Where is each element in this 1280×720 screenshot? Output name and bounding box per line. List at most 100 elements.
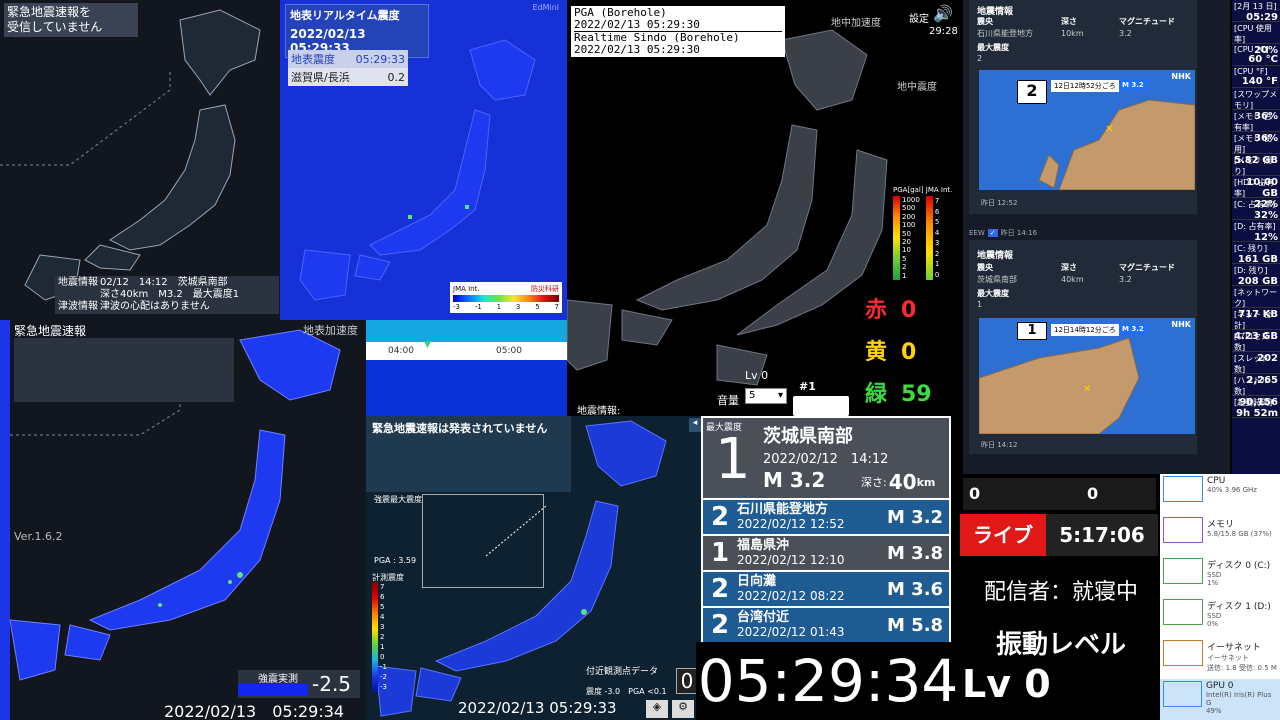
quake-row[interactable]: 2 日向灘 2022/02/12 08:22 M 3.6 bbox=[703, 572, 949, 606]
task-item[interactable]: ディスク 1 (D:) SSD 0% bbox=[1160, 597, 1280, 638]
intensity-tick: -1 bbox=[380, 663, 387, 671]
eew-blank-box bbox=[14, 338, 234, 402]
max-value: 1 bbox=[977, 300, 983, 309]
cell: CPU 40% 3.96 GHz bbox=[1207, 476, 1257, 494]
col-magnitude: マグニチュード bbox=[1119, 17, 1175, 26]
green-label: 緑 bbox=[865, 382, 888, 407]
gear-icon[interactable]: ⚙ bbox=[672, 700, 694, 718]
quake-row[interactable]: 2 台湾付近 2022/02/12 01:43 M 5.8 bbox=[703, 608, 949, 642]
row-magnitude: M 3.2 bbox=[887, 506, 944, 528]
station-sub-time: 05:29:33 bbox=[355, 52, 405, 66]
intensity-tick: 0 bbox=[380, 653, 385, 661]
cell: [D: 残り] bbox=[1234, 266, 1268, 275]
sys-row: [ネットワーク] 717 KB bbox=[1232, 286, 1280, 320]
green-count: 59 bbox=[901, 382, 932, 407]
scale-tick: -1 bbox=[474, 303, 482, 311]
collapse-icon[interactable]: ◂ bbox=[689, 418, 701, 432]
cell: メモリ 5.8/15.8 GB (37%) bbox=[1207, 517, 1272, 538]
cell: [CPU 使用率] bbox=[1234, 24, 1272, 44]
sys-row: [スワップメモリ] 36% bbox=[1232, 88, 1280, 122]
cell: [D: 占有率] bbox=[1234, 222, 1276, 231]
live-badge: ライブ bbox=[960, 514, 1046, 556]
pga-tick: 100 bbox=[902, 221, 916, 230]
cell: イーサネット イーサネット 送信: 1.8 受信: 0.5 M bbox=[1207, 640, 1277, 673]
nhk-map: ✕ 1 12日14時12分ごろ M 3.2 NHK bbox=[979, 318, 1195, 434]
task-detail: 40% 3.96 GHz bbox=[1207, 486, 1257, 494]
nhk-card[interactable]: 地震情報 震央 深さ マグニチュード 石川県能登地方 10km 3.2 最大震度 2 ✕… bbox=[969, 0, 1197, 214]
nearby-station-box: 付近観測点データ 0 震度 -3.0 PGA <0.1 bbox=[586, 664, 700, 698]
map-time-banner: 12日14時12分ごろ bbox=[1051, 324, 1119, 336]
latest-region: 茨城県南部 bbox=[763, 426, 853, 447]
card-head: 地震情報 bbox=[977, 251, 1014, 261]
task-graph bbox=[1163, 558, 1203, 584]
depth-value: 10km bbox=[1061, 29, 1084, 38]
scale-tick: 5 bbox=[535, 303, 540, 311]
system-monitor: [2月 13 日] 05:29 [CPU 使用率] 20% [CPU °C] 60 °… bbox=[1232, 0, 1280, 474]
card-foot: 昨日 14:12 bbox=[981, 441, 1018, 449]
quake-row[interactable]: 1 福島県沖 2022/02/12 12:10 M 3.8 bbox=[703, 536, 949, 570]
latest-datetime: 2022/02/12 14:12 bbox=[763, 452, 889, 467]
speaker-icon[interactable]: 🔊 bbox=[933, 4, 953, 23]
cell: ディスク 1 (D:) SSD 0% bbox=[1207, 599, 1271, 628]
volume-select[interactable]: 5 ▾ bbox=[745, 388, 787, 404]
eew-time: 昨日 14:16 bbox=[1000, 229, 1038, 237]
quake-info-label: 地震情報 bbox=[58, 277, 98, 288]
svg-text:✕: ✕ bbox=[1105, 124, 1113, 135]
col-epicenter: 震央 bbox=[977, 17, 993, 26]
sys-row: [CPU 使用率] 20% bbox=[1232, 22, 1280, 56]
intensity-tick: 1 bbox=[380, 643, 385, 651]
col-depth: 深さ bbox=[1061, 263, 1077, 272]
quake-row[interactable]: 2 石川県能登地方 2022/02/12 12:52 M 3.2 bbox=[703, 500, 949, 534]
org-label: 防災科研 bbox=[531, 285, 559, 293]
max-int-label: 強震最大震度 bbox=[374, 495, 422, 504]
nhk-card[interactable]: 地震情報 震央 深さ マグニチュード 茨城県南部 40km 3.2 最大震度 1 ✕ 1… bbox=[969, 240, 1197, 454]
pga-tick: 1 bbox=[902, 271, 907, 280]
task-graph bbox=[1163, 640, 1203, 666]
quake-info-line2: 深さ40km M3.2 最大震度1 bbox=[100, 289, 240, 300]
realtime-intensity-panel: EdMini 地表リアルタイム震度 2022/02/13 05:29:33 地表… bbox=[280, 0, 567, 320]
task-detail: SSD 0% bbox=[1207, 612, 1222, 628]
japan-map-outline bbox=[0, 9, 261, 301]
task-item[interactable]: メモリ 5.8/15.8 GB (37%) bbox=[1160, 515, 1280, 556]
nhk-feed-panel: 地震情報 震央 深さ マグニチュード 石川県能登地方 10km 3.2 最大震度 2 ✕… bbox=[963, 0, 1230, 474]
task-name: イーサネット bbox=[1207, 643, 1261, 653]
sys-row: [2月 13 日] 05:29 bbox=[1232, 0, 1280, 23]
scale-tick: 7 bbox=[554, 303, 559, 311]
settings-button[interactable]: 設定 bbox=[909, 10, 929, 25]
task-item[interactable]: GPU 0 Intel(R) Iris(R) Plus G 49% bbox=[1160, 679, 1280, 720]
intensity-tick: 4 bbox=[380, 613, 385, 621]
timeline-axis: 04:00 ▼ 05:00 bbox=[366, 340, 567, 360]
cell: [メモリ 使用] bbox=[1234, 134, 1272, 154]
row-intensity: 2 bbox=[710, 574, 730, 604]
svg-text:✕: ✕ bbox=[1083, 384, 1091, 395]
chevron-down-icon: ▾ bbox=[777, 390, 783, 401]
map-settings-icon[interactable]: ◈ bbox=[646, 700, 668, 718]
task-item[interactable]: イーサネット イーサネット 送信: 1.8 受信: 0.5 M bbox=[1160, 638, 1280, 679]
tsunami-label: 津波情報 bbox=[58, 301, 98, 312]
intensity-tick: 2 bbox=[380, 633, 385, 641]
cell: [スワップメモリ] bbox=[1234, 90, 1278, 110]
cell: 161 GB bbox=[1237, 254, 1278, 265]
eew-title: 緊急地震速報 bbox=[14, 324, 87, 338]
pga-tick: 5 bbox=[902, 254, 907, 263]
task-item[interactable]: CPU 40% 3.96 GHz bbox=[1160, 474, 1280, 515]
task-detail: SSD 1% bbox=[1207, 571, 1222, 587]
cell: [ネット 合計] bbox=[1234, 310, 1272, 330]
eew-accel-panel: 緊急地震速報 地表加速度 Ver.1.6.2 強震実測 -2.5 2022/02… bbox=[0, 320, 366, 720]
timeline-marker-icon: ▼ bbox=[424, 340, 431, 350]
task-name: メモリ bbox=[1207, 520, 1235, 530]
shindo-level-label: 振動レベル bbox=[995, 630, 1126, 660]
timeline-tick-2: 05:00 bbox=[496, 346, 522, 356]
eew-pga-timestamp: 2022/02/13 05:29:33 bbox=[458, 699, 617, 717]
map-mag-banner: M 3.2 bbox=[1119, 324, 1147, 334]
task-item[interactable]: ディスク 0 (C:) SSD 1% bbox=[1160, 556, 1280, 597]
cell: [CPU °F] bbox=[1234, 67, 1268, 76]
station-value: 0.2 bbox=[387, 70, 406, 84]
scale-tick: -3 bbox=[453, 303, 460, 311]
scale-tick: 1 bbox=[496, 303, 502, 311]
eew-timestamp: 2022/02/13 05:29:34 bbox=[164, 702, 345, 720]
row-region: 福島県沖 bbox=[737, 538, 790, 553]
task-name: ディスク 1 (D:) bbox=[1207, 602, 1271, 612]
logo-icon bbox=[793, 396, 849, 416]
nearby-station-line: 震度 -3.0 PGA <0.1 bbox=[586, 687, 667, 696]
